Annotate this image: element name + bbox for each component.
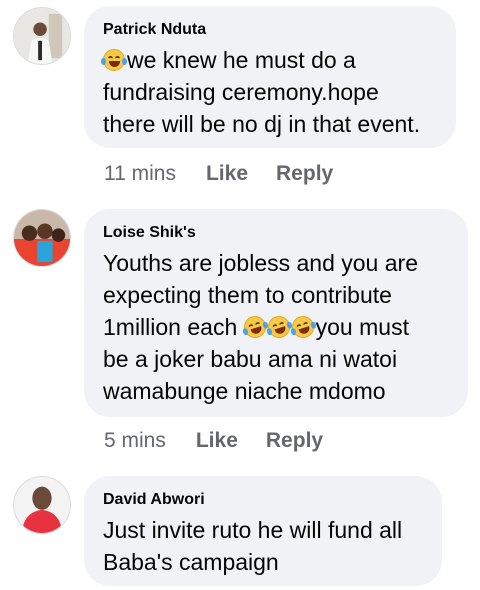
comment-line: wamabunge niache mdomo [103, 378, 386, 404]
avatar-photo-icon [14, 477, 70, 533]
reply-button[interactable]: Reply [266, 429, 323, 453]
reply-button[interactable]: Reply [276, 162, 333, 186]
rolling-on-floor-laughing-icon [240, 313, 269, 341]
comment-line: Baba's campaign [103, 549, 279, 575]
rolling-on-floor-laughing-icon [264, 313, 293, 341]
face-with-tears-of-joy-icon [101, 49, 127, 71]
comment-line: fundraising ceremony.hope [103, 79, 379, 105]
avatar-photo-icon [14, 210, 70, 266]
comment-line: Youths are jobless and you are [103, 250, 418, 276]
avatar[interactable] [13, 476, 71, 534]
comment-line: there will be no dj in that event. [103, 111, 421, 137]
comment-text: Just invite ruto he will fund all Baba's… [103, 514, 424, 578]
comment-bubble: Loise Shik's Youths are jobless and you … [84, 209, 468, 417]
rolling-on-floor-laughing-icon [288, 313, 317, 341]
comment-actions: 11 mins Like Reply [104, 162, 361, 186]
comment-text: Youths are jobless and you are expecting… [103, 247, 450, 407]
like-button[interactable]: Like [206, 162, 248, 186]
author-name[interactable]: David Abwori [103, 490, 424, 510]
avatar-photo-icon [14, 8, 70, 64]
comment-line: Just invite ruto he will fund all [103, 517, 403, 543]
like-button[interactable]: Like [196, 429, 238, 453]
comment-line: be a joker babu ama ni watoi [103, 346, 398, 372]
avatar[interactable] [13, 7, 71, 65]
comment-actions: 5 mins Like Reply [104, 429, 351, 453]
author-name[interactable]: Loise Shik's [103, 223, 450, 243]
comment-line: 1million each you must [103, 313, 409, 341]
comment-timestamp[interactable]: 11 mins [104, 162, 176, 186]
comment-timestamp[interactable]: 5 mins [104, 429, 166, 453]
avatar[interactable] [13, 209, 71, 267]
comment-bubble: Patrick Nduta we knew he must do a fundr… [84, 6, 456, 148]
author-name[interactable]: Patrick Nduta [103, 20, 438, 40]
comment-line: expecting them to contribute [103, 282, 392, 308]
comment-text: we knew he must do a fundraising ceremon… [101, 44, 438, 140]
comment-line: we knew he must do a [101, 44, 438, 76]
comment-bubble: David Abwori Just invite ruto he will fu… [84, 476, 442, 586]
